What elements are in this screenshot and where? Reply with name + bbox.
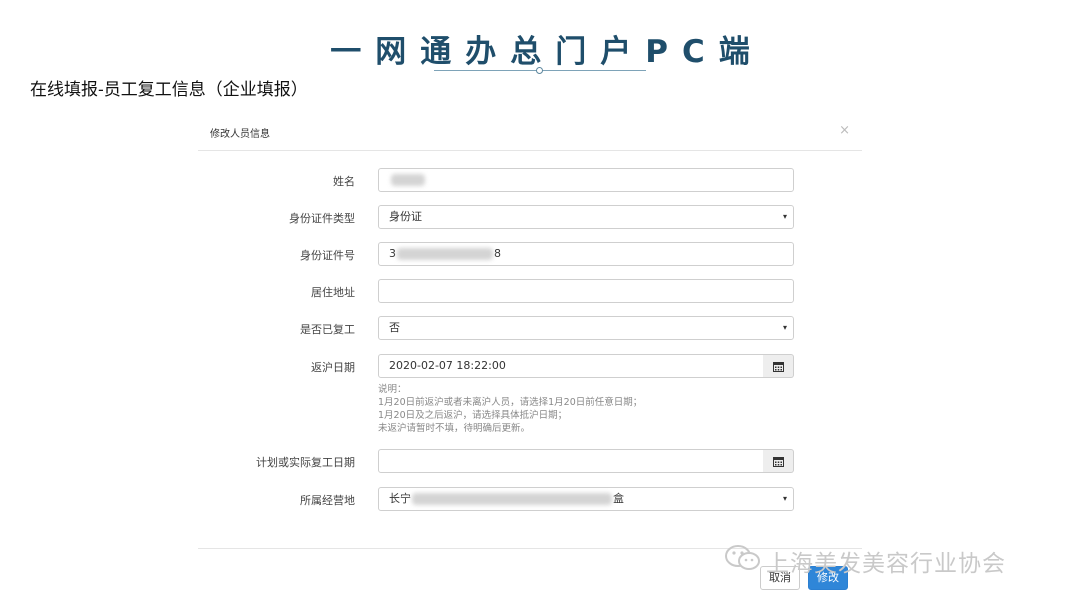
id-type-select[interactable]: 身份证 ▾ bbox=[378, 205, 794, 229]
returned-value: 否 bbox=[389, 321, 400, 334]
address-label: 居住地址 bbox=[311, 286, 355, 299]
district-select[interactable]: 长宁 盒 ▾ bbox=[378, 487, 794, 511]
modal-header: 修改人员信息 × bbox=[198, 112, 862, 151]
district-suffix: 盒 bbox=[613, 492, 624, 505]
id-number-input[interactable]: 38 bbox=[378, 242, 794, 266]
banner-divider-dot bbox=[536, 67, 543, 74]
return-date-input[interactable]: 2020-02-07 18:22:00 bbox=[378, 354, 764, 378]
return-date-label: 返沪日期 bbox=[311, 361, 355, 374]
modal-title: 修改人员信息 bbox=[210, 129, 270, 140]
work-date-label: 计划或实际复工日期 bbox=[256, 456, 355, 469]
close-icon[interactable]: × bbox=[839, 123, 850, 138]
note-line: 1月20日前返沪或者未离沪人员，请选择1月20日前任意日期； bbox=[378, 397, 643, 408]
district-label: 所属经营地 bbox=[300, 494, 355, 507]
watermark: 上海美发美容行业协会 bbox=[724, 544, 1006, 577]
note-line: 未返沪请暂时不填，待明确后更新。 bbox=[378, 423, 531, 434]
id-number-redacted bbox=[397, 248, 493, 260]
name-input[interactable] bbox=[378, 168, 794, 192]
return-date-note: 说明： 1月20日前返沪或者未离沪人员，请选择1月20日前任意日期； 1月20日… bbox=[378, 383, 794, 435]
returned-label: 是否已复工 bbox=[300, 323, 355, 336]
address-input[interactable] bbox=[378, 279, 794, 303]
name-label: 姓名 bbox=[333, 175, 355, 188]
returned-select[interactable]: 否 ▾ bbox=[378, 316, 794, 340]
work-date-input[interactable] bbox=[378, 449, 764, 473]
wechat-icon bbox=[724, 544, 762, 578]
page-subtitle: 在线填报-员工复工信息（企业填报） bbox=[30, 80, 308, 100]
chevron-down-icon: ▾ bbox=[782, 494, 787, 503]
note-line: 1月20日及之后返沪，请选择具体抵沪日期； bbox=[378, 410, 568, 421]
id-number-prefix: 3 bbox=[389, 247, 396, 260]
work-date-calendar-button[interactable] bbox=[763, 449, 794, 473]
edit-person-modal: 修改人员信息 × 姓名 身份证件类型 身份证 ▾ 身份证件号 38 居住地址 是… bbox=[198, 112, 862, 552]
district-prefix: 长宁 bbox=[389, 492, 411, 505]
id-number-label: 身份证件号 bbox=[300, 249, 355, 262]
banner-title: 一网通办总门户PC端 bbox=[330, 34, 764, 70]
calendar-icon bbox=[773, 457, 784, 467]
id-number-suffix: 8 bbox=[494, 247, 501, 260]
note-line: 说明： bbox=[378, 384, 407, 395]
chevron-down-icon: ▾ bbox=[782, 212, 787, 221]
name-redacted bbox=[391, 174, 425, 186]
watermark-text: 上海美发美容行业协会 bbox=[766, 551, 1006, 577]
return-date-calendar-button[interactable] bbox=[763, 354, 794, 378]
district-redacted bbox=[412, 493, 612, 505]
id-type-label: 身份证件类型 bbox=[289, 212, 355, 225]
calendar-icon bbox=[773, 362, 784, 372]
chevron-down-icon: ▾ bbox=[782, 323, 787, 332]
id-type-value: 身份证 bbox=[389, 210, 422, 223]
